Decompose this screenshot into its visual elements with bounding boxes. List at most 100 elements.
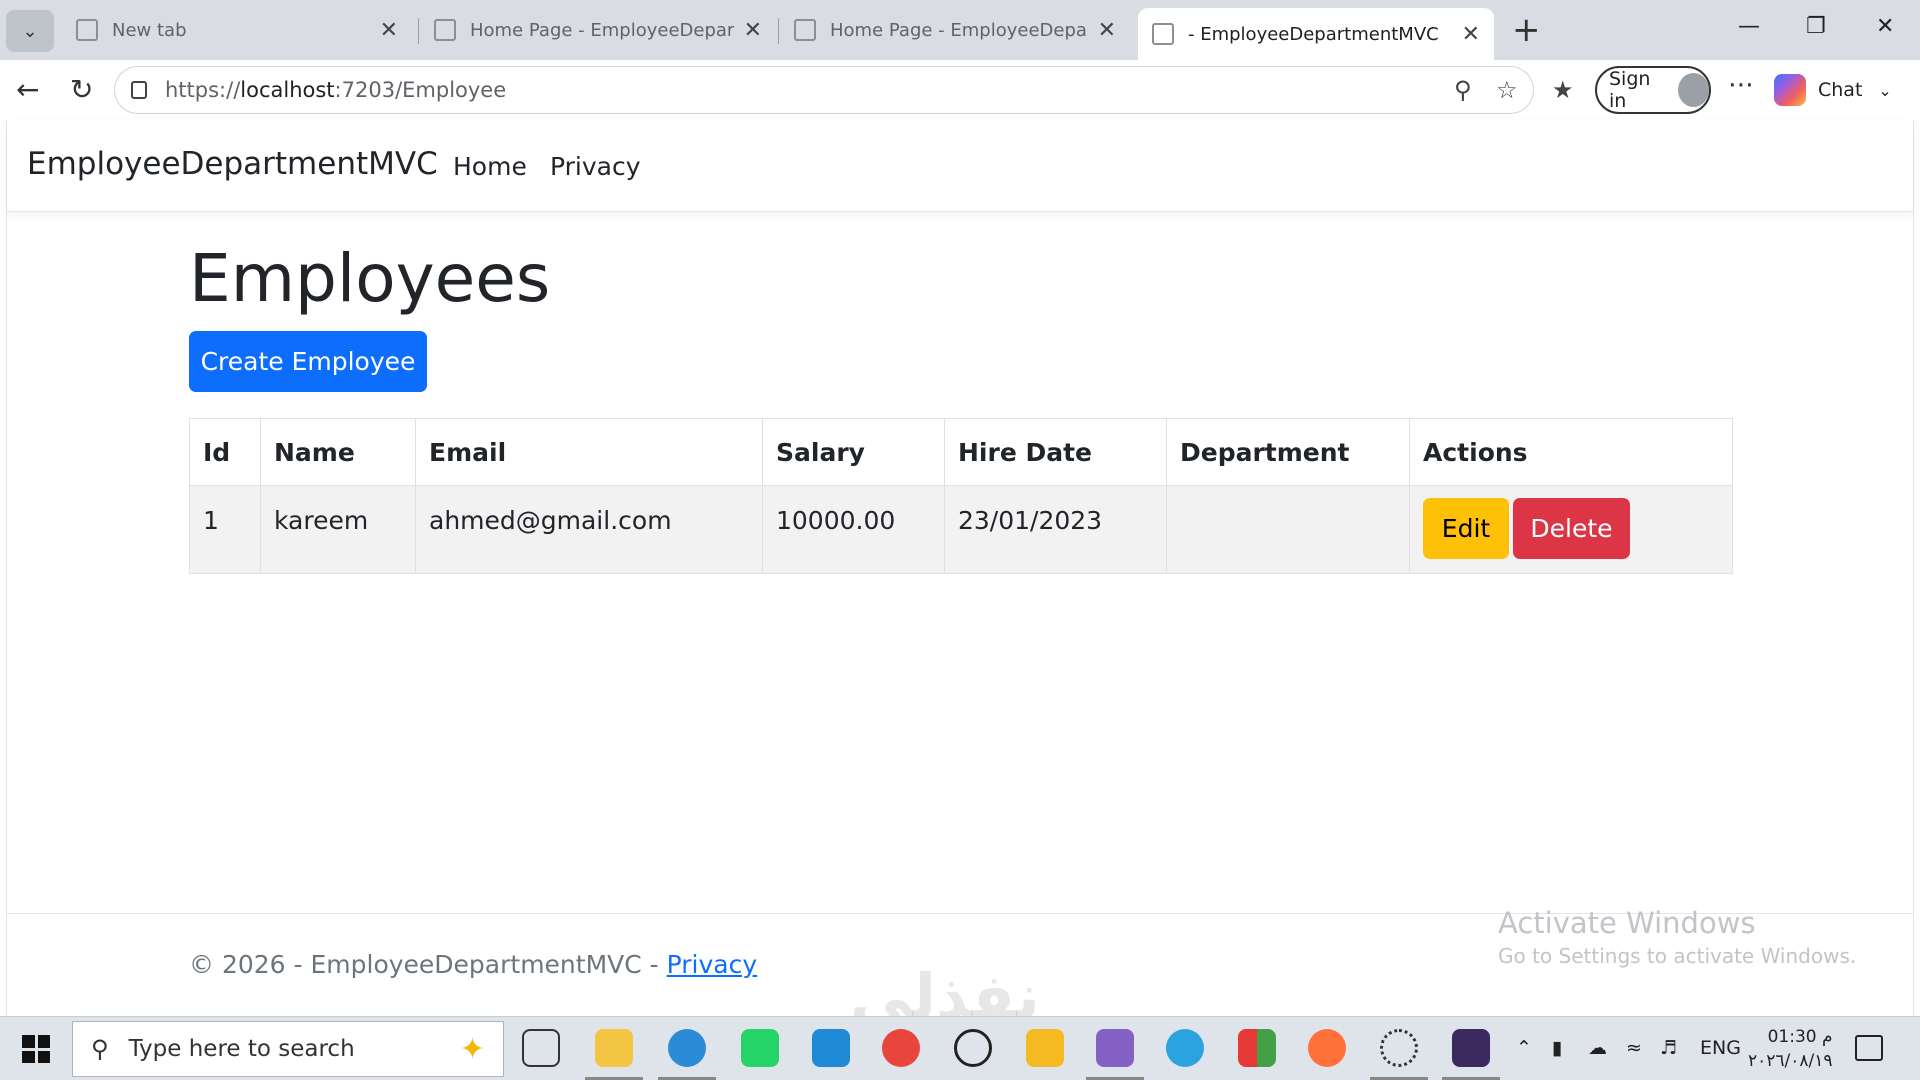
tab-home-page-1[interactable]: Home Page - EmployeeDepartmen ✕ xyxy=(420,9,776,51)
tab-actions-menu-button[interactable]: ⌄ xyxy=(6,10,54,52)
page-viewport: EmployeeDepartmentMVC Home Privacy Emplo… xyxy=(6,120,1914,1016)
cell-email: ahmed@gmail.com xyxy=(415,485,763,574)
whatsapp-icon[interactable] xyxy=(741,1029,779,1067)
firefox-icon[interactable] xyxy=(1308,1029,1346,1067)
taskbar-search-box[interactable]: ⚲ Type here to search ✦ xyxy=(72,1021,504,1077)
chrome-icon[interactable] xyxy=(882,1029,920,1067)
onedrive-icon[interactable]: ☁ xyxy=(1588,1037,1607,1059)
nav-link-privacy[interactable]: Privacy xyxy=(550,152,641,181)
tab-title: Home Page - EmployeeDepartmen xyxy=(830,19,1088,41)
minimize-icon[interactable]: — xyxy=(1738,14,1760,39)
delete-button[interactable]: Delete xyxy=(1513,498,1630,559)
site-brand-link[interactable]: EmployeeDepartmentMVC xyxy=(27,146,438,182)
system-clock[interactable]: 01:30 م ٢٠٢٦/٠٨/١٩ xyxy=(1748,1025,1833,1073)
column-header-id: Id xyxy=(189,418,261,486)
wifi-icon[interactable]: ≈ xyxy=(1626,1037,1642,1059)
close-window-icon[interactable]: ✕ xyxy=(1876,14,1894,39)
table-header-row: Id Name Email Salary Hire Date Departmen… xyxy=(189,418,1733,486)
column-header-actions: Actions xyxy=(1409,418,1733,486)
windows-start-icon[interactable] xyxy=(22,1035,50,1063)
notification-icon[interactable] xyxy=(1855,1035,1883,1061)
new-tab-icon xyxy=(76,19,98,41)
page-icon xyxy=(1152,23,1174,45)
zoom-icon[interactable]: ⚲ xyxy=(1454,76,1472,104)
new-tab-button[interactable]: + xyxy=(1512,12,1541,48)
footer-text: © 2026 - EmployeeDepartmentMVC - Privacy xyxy=(189,950,758,979)
browser-tab-strip: ⌄ New tab ✕ Home Page - EmployeeDepartme… xyxy=(0,0,1920,60)
chatgpt-icon[interactable] xyxy=(954,1029,992,1067)
table-row: 1 kareem ahmed@gmail.com 10000.00 23/01/… xyxy=(189,485,1733,574)
column-header-email: Email xyxy=(415,418,763,486)
cell-actions: Edit Delete xyxy=(1409,485,1733,574)
footer-privacy-link[interactable]: Privacy xyxy=(667,950,758,979)
avatar-icon xyxy=(1678,73,1709,107)
refresh-icon[interactable]: ↻ xyxy=(70,74,93,106)
file-explorer-icon[interactable] xyxy=(595,1029,633,1067)
copilot-icon xyxy=(1774,74,1806,106)
windows-taskbar: ⚲ Type here to search ✦ ⌃ ▮ ☁ ≈ ♬ ENG 01… xyxy=(0,1016,1920,1080)
column-header-salary: Salary xyxy=(762,418,945,486)
tab-separator xyxy=(418,18,419,44)
lock-icon xyxy=(131,81,147,99)
chevron-down-icon[interactable]: ⌄ xyxy=(1878,81,1891,100)
activate-windows-title: Activate Windows xyxy=(1498,906,1756,940)
cell-name: kareem xyxy=(260,485,416,574)
close-icon[interactable]: ✕ xyxy=(1098,18,1116,43)
search-placeholder: Type here to search xyxy=(128,1036,355,1062)
column-header-department: Department xyxy=(1166,418,1410,486)
favorites-list-icon[interactable]: ★ xyxy=(1552,76,1574,104)
tab-title: - EmployeeDepartmentMVC xyxy=(1188,23,1439,45)
volume-icon[interactable]: ♬ xyxy=(1660,1037,1677,1059)
activate-windows-notice: Activate Windows Go to Settings to activ… xyxy=(1498,906,1856,968)
tab-title: New tab xyxy=(112,19,187,41)
vscode-icon[interactable] xyxy=(812,1029,850,1067)
cell-hire-date: 23/01/2023 xyxy=(944,485,1167,574)
settings-gear-icon[interactable] xyxy=(1380,1029,1418,1067)
nav-link-home[interactable]: Home xyxy=(453,152,527,181)
sparkle-icon: ✦ xyxy=(459,1031,485,1067)
clock-date: ٢٠٢٦/٠٨/١٩ xyxy=(1748,1051,1833,1071)
url-text[interactable]: https://localhost:7203/Employee xyxy=(165,78,506,102)
page-title: Employees xyxy=(189,240,551,317)
employees-table: Id Name Email Salary Hire Date Departmen… xyxy=(189,418,1733,574)
task-view-icon[interactable] xyxy=(522,1029,560,1067)
tab-separator xyxy=(778,18,779,44)
battery-icon[interactable]: ▮ xyxy=(1552,1037,1562,1059)
terminal-icon[interactable] xyxy=(1452,1029,1490,1067)
visual-studio-icon[interactable] xyxy=(1096,1029,1134,1067)
column-header-name: Name xyxy=(260,418,416,486)
edit-button[interactable]: Edit xyxy=(1423,498,1509,559)
page-icon xyxy=(434,19,456,41)
favorite-star-icon[interactable]: ☆ xyxy=(1496,76,1518,104)
language-indicator[interactable]: ENG xyxy=(1700,1037,1741,1059)
cell-id: 1 xyxy=(189,485,261,574)
sign-in-label: Sign in xyxy=(1609,68,1651,112)
column-header-hire-date: Hire Date xyxy=(944,418,1167,486)
search-icon: ⚲ xyxy=(91,1035,109,1063)
close-icon[interactable]: ✕ xyxy=(380,18,398,43)
winrar-icon[interactable] xyxy=(1238,1029,1276,1067)
paint-app-icon[interactable] xyxy=(1026,1029,1064,1067)
clock-time: 01:30 م xyxy=(1767,1027,1833,1047)
back-arrow-icon[interactable]: ← xyxy=(16,74,39,106)
cell-salary: 10000.00 xyxy=(762,485,945,574)
chat-label: Chat xyxy=(1818,79,1863,101)
telegram-icon[interactable] xyxy=(1166,1029,1204,1067)
site-navbar: EmployeeDepartmentMVC Home Privacy xyxy=(7,120,1913,212)
chevron-up-icon[interactable]: ⌃ xyxy=(1516,1037,1532,1059)
chevron-down-icon: ⌄ xyxy=(22,20,38,42)
address-bar[interactable]: https://localhost:7203/Employee xyxy=(114,66,1534,114)
close-icon[interactable]: ✕ xyxy=(744,18,762,43)
tab-new-tab[interactable]: New tab ✕ xyxy=(62,9,412,51)
copilot-chat-button[interactable]: Chat ⌄ xyxy=(1774,66,1914,114)
cell-department xyxy=(1166,485,1410,574)
tab-home-page-2[interactable]: Home Page - EmployeeDepartmen ✕ xyxy=(780,9,1130,51)
restore-icon[interactable]: ❐ xyxy=(1806,14,1826,39)
create-employee-button[interactable]: Create Employee xyxy=(189,331,427,392)
edge-browser-icon[interactable] xyxy=(668,1029,706,1067)
activate-windows-subtitle: Go to Settings to activate Windows. xyxy=(1498,944,1857,968)
more-options-icon[interactable]: ⋯ xyxy=(1728,70,1754,100)
tab-employee-department-active[interactable]: - EmployeeDepartmentMVC ✕ xyxy=(1138,8,1494,60)
sign-in-button[interactable]: Sign in xyxy=(1595,66,1711,114)
close-icon[interactable]: ✕ xyxy=(1462,22,1480,47)
